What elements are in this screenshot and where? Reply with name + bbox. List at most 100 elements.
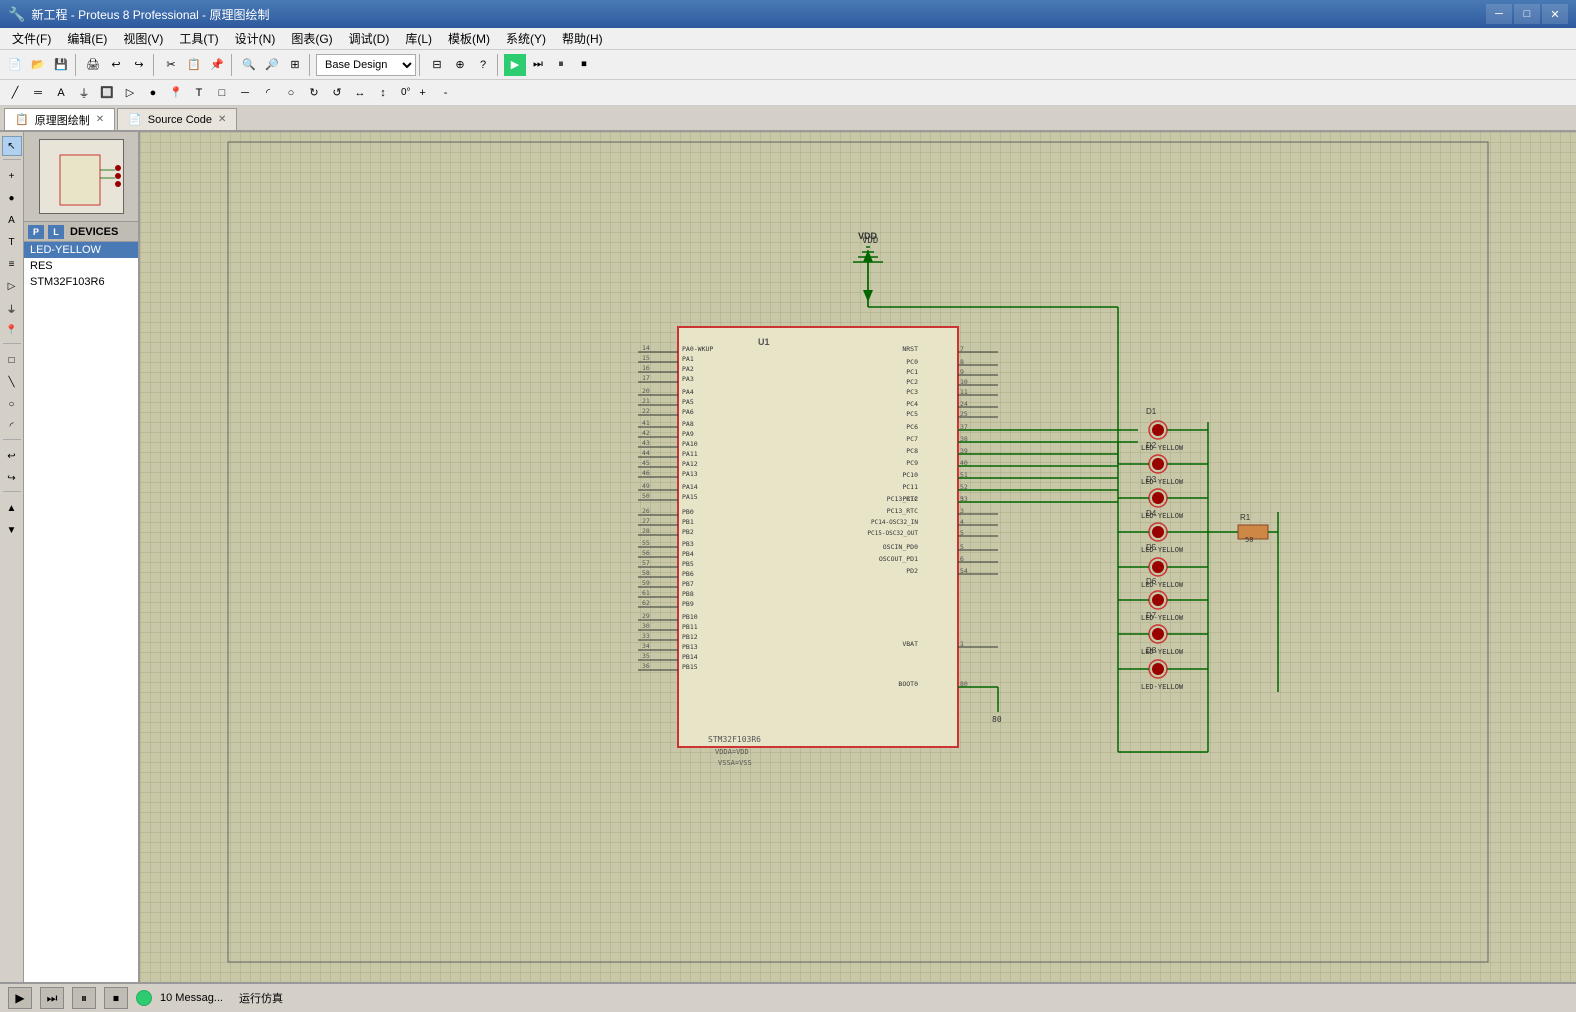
tb2-rotate-cw[interactable]: ↻ xyxy=(303,82,325,104)
tb2-box[interactable]: □ xyxy=(211,82,233,104)
lsb-2d-arc[interactable]: ◜ xyxy=(2,416,22,436)
menu-graph[interactable]: 图表(G) xyxy=(283,28,340,50)
tb-stop[interactable]: ⏹ xyxy=(573,54,595,76)
menu-help[interactable]: 帮助(H) xyxy=(554,28,611,50)
lsb-probe[interactable]: 📍 xyxy=(2,320,22,340)
devices-p-button[interactable]: P xyxy=(28,225,44,239)
tb2-text[interactable]: T xyxy=(188,82,210,104)
lsb-2d-box[interactable]: □ xyxy=(2,350,22,370)
lsb-junction[interactable]: ● xyxy=(2,188,22,208)
menu-system[interactable]: 系统(Y) xyxy=(498,28,554,50)
close-button[interactable]: ✕ xyxy=(1542,4,1568,24)
tb-paste[interactable]: 📌 xyxy=(206,54,228,76)
schematic-area[interactable]: VDD U1 STM32F103R6 VDDA=VDD VSSA=VSS 14 … xyxy=(140,132,1576,982)
svg-text:49: 49 xyxy=(642,482,650,490)
svg-text:38: 38 xyxy=(960,435,968,443)
tb-cut[interactable]: ✂ xyxy=(160,54,182,76)
tb2-mirror-y[interactable]: ↕ xyxy=(372,82,394,104)
device-list: LED-YELLOW RES STM32F103R6 xyxy=(24,242,138,982)
device-item-led-yellow[interactable]: LED-YELLOW xyxy=(24,242,138,258)
tb-grid[interactable]: ⊟ xyxy=(426,54,448,76)
lsb-redo[interactable]: ↪ xyxy=(2,468,22,488)
lsb-select[interactable]: ↖ xyxy=(2,136,22,156)
tb2-port[interactable]: ▷ xyxy=(119,82,141,104)
menu-design[interactable]: 设计(N) xyxy=(227,28,284,50)
minimize-button[interactable]: ─ xyxy=(1486,4,1512,24)
svg-text:PC4: PC4 xyxy=(906,400,918,408)
tb2-angle-down[interactable]: - xyxy=(435,82,457,104)
tb2-junction[interactable]: ● xyxy=(142,82,164,104)
left-panel: P L DEVICES LED-YELLOW RES STM32F103R6 xyxy=(24,132,140,982)
svg-text:30: 30 xyxy=(642,622,650,630)
tb2-power[interactable]: ⏚ xyxy=(73,82,95,104)
tb2-label[interactable]: A xyxy=(50,82,72,104)
lsb-scroll-down[interactable]: ▼ xyxy=(2,520,22,540)
device-item-res[interactable]: RES xyxy=(24,258,138,274)
sim-play-button[interactable]: ▶ xyxy=(8,987,32,1009)
tb-zoom-in[interactable]: 🔍 xyxy=(238,54,260,76)
svg-text:D5: D5 xyxy=(1146,543,1157,552)
sep5 xyxy=(419,54,423,76)
design-select[interactable]: Base Design xyxy=(316,54,416,76)
tb-redo[interactable]: ↪ xyxy=(128,54,150,76)
lsb-undo[interactable]: ↩ xyxy=(2,446,22,466)
tab-schematic[interactable]: 📋 原理图绘制 ✕ xyxy=(4,108,115,130)
tb-new[interactable]: 📄 xyxy=(4,54,26,76)
tb2-bus[interactable]: ═ xyxy=(27,82,49,104)
lsb-component[interactable]: + xyxy=(2,166,22,186)
lsb-scroll-up[interactable]: ▲ xyxy=(2,498,22,518)
menu-file[interactable]: 文件(F) xyxy=(4,28,59,50)
tb2-probe[interactable]: 📍 xyxy=(165,82,187,104)
menu-tools[interactable]: 工具(T) xyxy=(171,28,226,50)
menu-template[interactable]: 模板(M) xyxy=(440,28,498,50)
tb-zoom-out[interactable]: 🔎 xyxy=(261,54,283,76)
main-layout: ↖ + ● A T ≡ ▷ ⏚ 📍 □ ╲ ○ ◜ ↩ ↪ ▲ ▼ xyxy=(0,132,1576,982)
lsb-bus[interactable]: ≡ xyxy=(2,254,22,274)
svg-text:50: 50 xyxy=(642,492,650,500)
tab-source[interactable]: 📄 Source Code ✕ xyxy=(117,108,237,130)
lsb-port[interactable]: ▷ xyxy=(2,276,22,296)
lsb-power[interactable]: ⏚ xyxy=(2,298,22,318)
tb-pause[interactable]: ⏸ xyxy=(550,54,572,76)
maximize-button[interactable]: □ xyxy=(1514,4,1540,24)
svg-text:41: 41 xyxy=(642,419,650,427)
tb2-rotate-ccw[interactable]: ↺ xyxy=(326,82,348,104)
tb2-component[interactable]: 🔲 xyxy=(96,82,118,104)
tb2-line[interactable]: ─ xyxy=(234,82,256,104)
rotation-label: 0° xyxy=(401,87,411,98)
tb-open[interactable]: 📂 xyxy=(27,54,49,76)
lsb-wire-label[interactable]: A xyxy=(2,210,22,230)
menu-library[interactable]: 库(L) xyxy=(397,28,440,50)
svg-text:PB0: PB0 xyxy=(682,508,694,516)
preview-svg xyxy=(40,140,124,214)
tab-schematic-close[interactable]: ✕ xyxy=(96,114,104,125)
tb2-arc[interactable]: ◜ xyxy=(257,82,279,104)
menu-debug[interactable]: 调试(D) xyxy=(341,28,398,50)
tb-zoom-fit[interactable]: ⊞ xyxy=(284,54,306,76)
sim-stop-button[interactable]: ⏹ xyxy=(104,987,128,1009)
tb-copy[interactable]: 📋 xyxy=(183,54,205,76)
tb-print[interactable]: 🖨 xyxy=(82,54,104,76)
svg-text:61: 61 xyxy=(642,589,650,597)
tb-step[interactable]: ⏭ xyxy=(527,54,549,76)
device-item-stm32[interactable]: STM32F103R6 xyxy=(24,274,138,290)
menu-edit[interactable]: 编辑(E) xyxy=(59,28,115,50)
svg-text:PB3: PB3 xyxy=(682,540,694,548)
tb2-mirror-x[interactable]: ↔ xyxy=(349,82,371,104)
sim-pause-button[interactable]: ⏸ xyxy=(72,987,96,1009)
tb-save[interactable]: 💾 xyxy=(50,54,72,76)
tb2-angle-up[interactable]: + xyxy=(412,82,434,104)
sim-step-button[interactable]: ⏭ xyxy=(40,987,64,1009)
tb-help[interactable]: ? xyxy=(472,54,494,76)
lsb-text[interactable]: T xyxy=(2,232,22,252)
lsb-2d-line[interactable]: ╲ xyxy=(2,372,22,392)
tb2-circle[interactable]: ○ xyxy=(280,82,302,104)
tb-undo[interactable]: ↩ xyxy=(105,54,127,76)
tab-source-close[interactable]: ✕ xyxy=(218,114,226,125)
lsb-2d-circle[interactable]: ○ xyxy=(2,394,22,414)
tb-origin[interactable]: ⊕ xyxy=(449,54,471,76)
tb-run[interactable]: ▶ xyxy=(504,54,526,76)
tb2-wire[interactable]: ╱ xyxy=(4,82,26,104)
menu-view[interactable]: 视图(V) xyxy=(115,28,171,50)
devices-l-button[interactable]: L xyxy=(48,225,64,239)
